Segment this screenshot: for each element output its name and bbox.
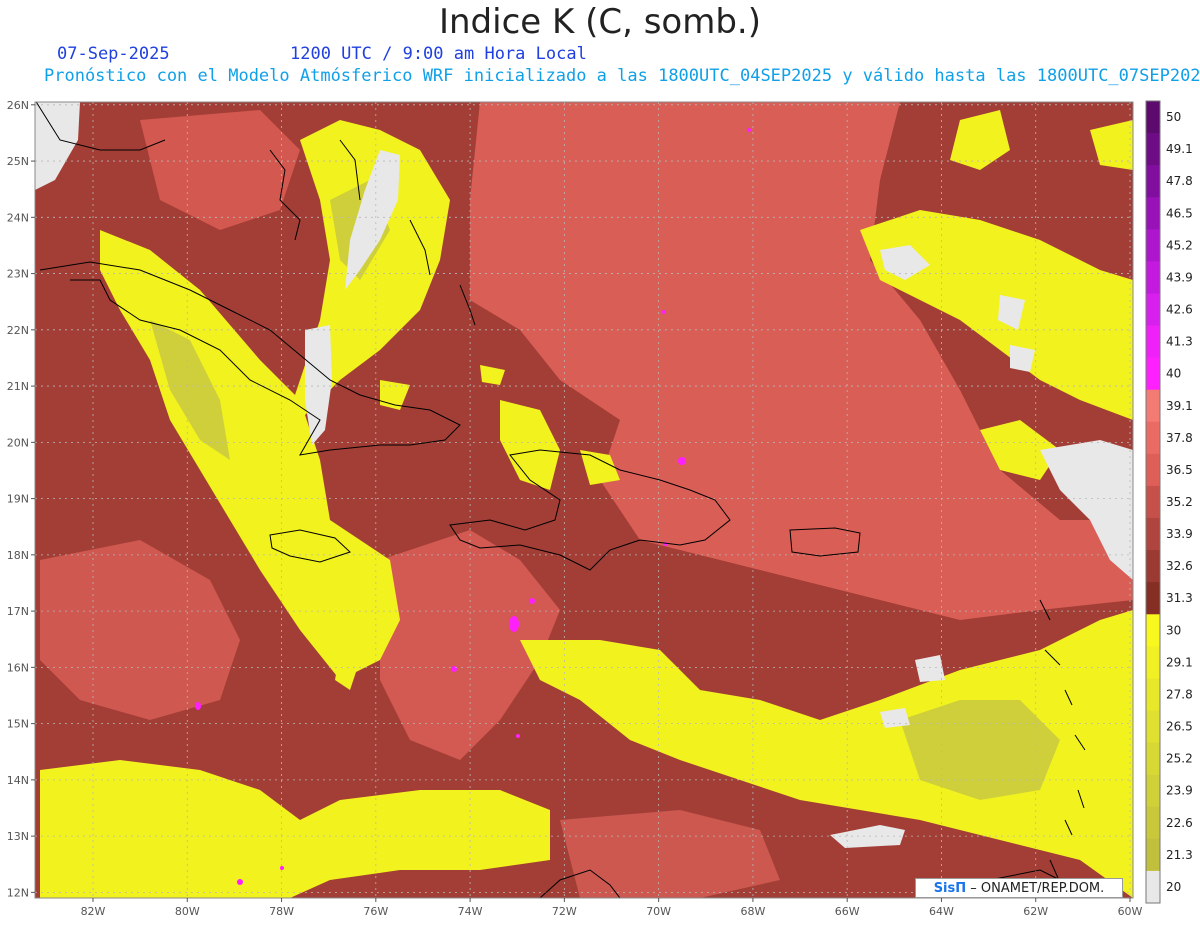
lat-label: 23N (7, 268, 29, 281)
colorbar-label: 45.2 (1166, 238, 1193, 252)
credit-text: – ONAMET/REP.DOM. (970, 881, 1105, 896)
colorbar-swatch (1146, 389, 1160, 423)
longitude-labels: 82W 80W 78W 76W 74W 72W 70W 68W 66W 64W 62W 60W (81, 898, 1143, 918)
lon-label: 62W (1023, 905, 1048, 918)
colorbar-swatch (1146, 101, 1160, 134)
colorbar-swatch (1146, 133, 1160, 166)
lat-label: 26N (7, 99, 29, 112)
colorbar-swatch (1146, 550, 1160, 583)
lat-label: 18N (7, 549, 29, 562)
colorbar-label: 40 (1166, 367, 1181, 381)
colorbar-label: 49.1 (1166, 142, 1193, 156)
colorbar-label: 26.5 (1166, 720, 1193, 734)
colorbar-label: 36.5 (1166, 463, 1193, 477)
colorbar-label: 21.3 (1166, 848, 1193, 862)
colorbar-swatch (1146, 614, 1160, 647)
lat-label: 22N (7, 324, 29, 337)
colorbar-label: 39.1 (1166, 399, 1193, 413)
colorbar-swatch (1146, 646, 1160, 679)
colorbar-swatch (1146, 165, 1160, 198)
lon-label: 78W (269, 905, 294, 918)
lon-label: 74W (458, 905, 483, 918)
colorbar-label: 35.2 (1166, 495, 1193, 509)
lat-label: 25N (7, 155, 29, 168)
colorbar-label: 33.9 (1166, 527, 1193, 541)
colorbar-label: 20 (1166, 880, 1181, 894)
colorbar-swatch (1146, 229, 1160, 262)
lat-label: 14N (7, 774, 29, 787)
lat-label: 15N (7, 718, 29, 731)
colorbar-label: 41.3 (1166, 335, 1193, 349)
colorbar-swatch (1146, 582, 1160, 615)
lat-label: 12N (7, 886, 29, 899)
lon-label: 76W (363, 905, 388, 918)
colorbar-label: 22.6 (1166, 816, 1193, 830)
colorbar-swatch (1146, 806, 1160, 840)
lat-label: 21N (7, 380, 29, 393)
colorbar-swatch (1146, 870, 1160, 904)
colorbar-label: 30 (1166, 623, 1181, 637)
field-layer (35, 102, 1133, 898)
lat-label: 24N (7, 211, 29, 224)
colorbar-label: 29.1 (1166, 655, 1193, 669)
colorbar-swatch (1146, 453, 1160, 487)
k-index-map: 26N 25N 24N 23N 22N 21N 20N 19N 18N 17N 16N 15N 14N 1… (7, 99, 1193, 918)
colorbar-swatch (1146, 485, 1160, 519)
colorbar-swatch (1146, 197, 1160, 230)
latitude-labels: 26N 25N 24N 23N 22N 21N 20N 19N 18N 17N 16N 15N 14N 1… (7, 99, 35, 899)
lon-label: 70W (646, 905, 671, 918)
lat-label: 20N (7, 436, 29, 449)
colorbar-swatch (1146, 325, 1160, 359)
lat-label: 19N (7, 493, 29, 506)
lon-label: 66W (835, 905, 860, 918)
lon-label: 68W (740, 905, 765, 918)
colorbar-label: 37.8 (1166, 431, 1193, 445)
colorbar-swatch (1146, 742, 1160, 776)
colorbar-label: 42.6 (1166, 303, 1193, 317)
credit-box: SisΠ – ONAMET/REP.DOM. (915, 878, 1123, 898)
colorbar: 50 49.1 47.8 46.5 45.2 43.9 42.6 41.3 40 39.1 37.8… (1145, 100, 1193, 904)
lon-label: 72W (552, 905, 577, 918)
colorbar-label: 31.3 (1166, 591, 1193, 605)
colorbar-swatch (1146, 838, 1160, 872)
lon-label: 64W (929, 905, 954, 918)
colorbar-label: 43.9 (1166, 270, 1193, 284)
colorbar-label: 46.5 (1166, 206, 1193, 220)
sistpi-logo: SisΠ (933, 881, 967, 896)
lat-label: 17N (7, 605, 29, 618)
colorbar-label: 23.9 (1166, 784, 1193, 798)
lon-label: 80W (175, 905, 200, 918)
colorbar-swatch (1146, 774, 1160, 808)
colorbar-label: 50 (1166, 110, 1181, 124)
colorbar-swatch (1146, 293, 1160, 327)
lat-label: 16N (7, 661, 29, 674)
colorbar-swatch (1146, 421, 1160, 455)
colorbar-label: 25.2 (1166, 752, 1193, 766)
lon-label: 60W (1118, 905, 1143, 918)
colorbar-swatch (1146, 261, 1160, 294)
colorbar-label: 47.8 (1166, 174, 1193, 188)
lon-label: 82W (81, 905, 106, 918)
colorbar-swatch (1146, 678, 1160, 712)
colorbar-swatch (1146, 357, 1160, 391)
colorbar-label: 32.6 (1166, 559, 1193, 573)
colorbar-swatch (1146, 518, 1160, 551)
lat-label: 13N (7, 830, 29, 843)
colorbar-label: 27.8 (1166, 687, 1193, 701)
colorbar-swatch (1146, 710, 1160, 744)
